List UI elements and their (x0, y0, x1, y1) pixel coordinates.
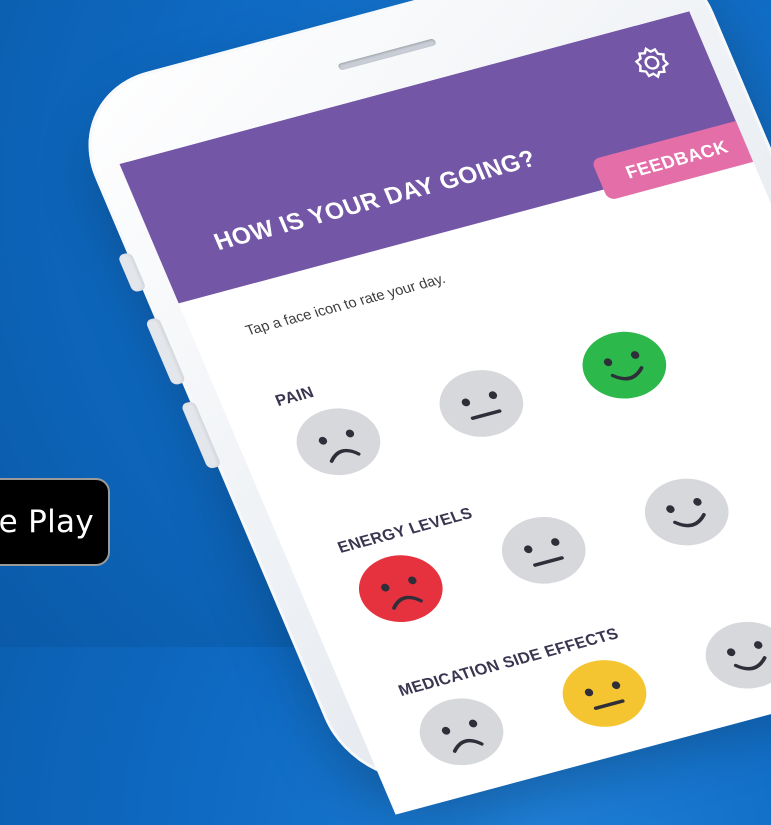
section-label-energy: ENERGY LEVELS (335, 505, 476, 557)
feedback-button[interactable]: FEEDBACK (590, 118, 763, 201)
store-badge-label: e Play (0, 504, 94, 540)
page-title: HOW IS YOUR DAY GOING? (210, 145, 541, 256)
section-label-pain: PAIN (273, 384, 317, 410)
face-sad-pain[interactable] (284, 398, 393, 485)
face-neutral-pain[interactable] (427, 360, 536, 447)
face-neutral-medication[interactable] (550, 650, 659, 737)
gear-icon[interactable] (625, 39, 679, 87)
face-sad-medication[interactable] (407, 688, 516, 775)
face-neutral-energy[interactable] (489, 507, 598, 594)
face-happy-pain[interactable] (570, 322, 679, 409)
phone-mockup: HOW IS YOUR DAY GOING? FEEDBACK Tap a fa… (60, 0, 771, 815)
face-happy-energy[interactable] (632, 469, 741, 556)
instruction-text: Tap a face icon to rate your day. (243, 271, 448, 340)
face-sad-energy[interactable] (346, 545, 455, 632)
google-play-badge[interactable]: e Play (0, 478, 110, 566)
face-happy-medication[interactable] (693, 612, 771, 699)
